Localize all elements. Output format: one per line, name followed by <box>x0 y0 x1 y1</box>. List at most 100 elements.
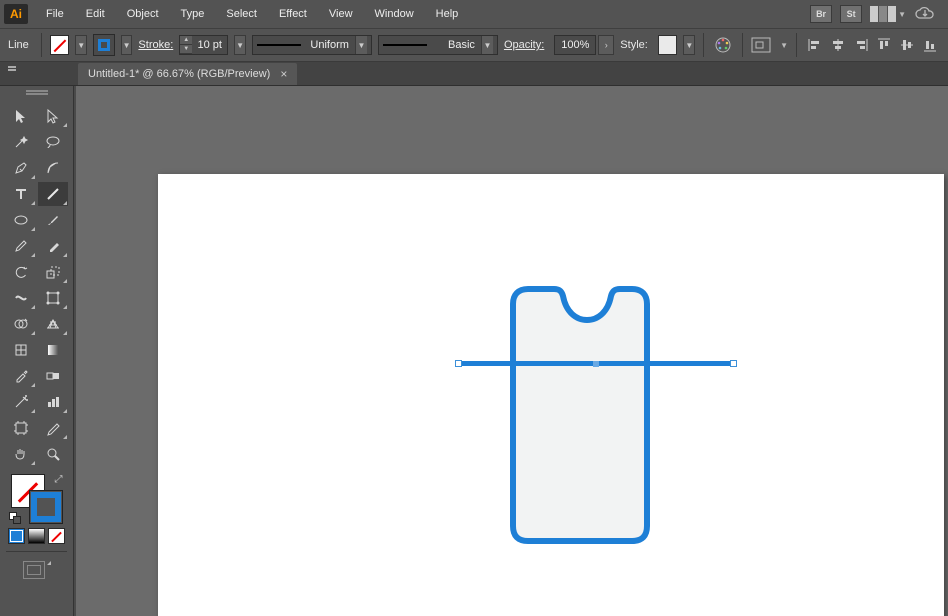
align-buttons-group <box>805 35 940 55</box>
symbol-sprayer-tool[interactable] <box>6 390 36 414</box>
gradient-tool[interactable] <box>38 338 68 362</box>
pen-tool[interactable] <box>6 156 36 180</box>
stroke-dropdown[interactable]: ▼ <box>121 35 133 55</box>
stroke-swatch[interactable] <box>93 34 115 56</box>
brush-sample-icon <box>383 44 427 46</box>
artboard[interactable] <box>158 174 944 616</box>
slice-tool[interactable] <box>38 416 68 440</box>
document-tab[interactable]: Untitled-1* @ 66.67% (RGB/Preview) × <box>78 63 297 85</box>
variable-width-profile-dropdown[interactable]: Uniform ▼ <box>252 35 372 55</box>
panel-grip[interactable] <box>0 86 73 96</box>
width-tool[interactable] <box>6 286 36 310</box>
opacity-panel-link[interactable]: Opacity: <box>504 39 544 51</box>
step-up-icon[interactable]: ▲ <box>180 36 192 45</box>
control-bar: Line ▼ ▼ Stroke: ▲▼ 10 pt ▼ Uniform ▼ Ba… <box>0 28 948 62</box>
color-mode-row <box>0 524 73 548</box>
swap-fill-stroke-button[interactable]: ⤢ <box>55 474 63 485</box>
default-fill-stroke-button[interactable] <box>9 512 21 524</box>
recolor-artwork-button[interactable] <box>712 34 733 56</box>
paintbrush-tool[interactable] <box>38 208 68 232</box>
line-segment-tool[interactable] <box>38 182 68 206</box>
align-left-button[interactable] <box>805 35 825 55</box>
type-tool[interactable] <box>6 182 36 206</box>
menu-select[interactable]: Select <box>216 0 267 28</box>
ellipse-tool[interactable] <box>6 208 36 232</box>
eyedropper-tool[interactable] <box>6 364 36 388</box>
scale-tool[interactable] <box>38 260 68 284</box>
lasso-tool[interactable] <box>38 130 68 154</box>
perspective-grid-tool[interactable] <box>38 312 68 336</box>
graphic-style-swatch[interactable] <box>658 35 678 55</box>
color-mode-none[interactable] <box>48 528 65 544</box>
workspace[interactable] <box>76 86 948 616</box>
opacity-dropdown[interactable]: › <box>598 35 614 55</box>
stroke-indicator[interactable] <box>29 490 63 524</box>
chevron-down-icon: ▼ <box>780 41 788 50</box>
chevron-down-icon: ▼ <box>355 36 367 54</box>
step-down-icon[interactable]: ▼ <box>180 45 192 54</box>
magic-wand-tool[interactable] <box>6 130 36 154</box>
screen-mode-icon <box>23 561 45 579</box>
profile-sample-icon <box>257 44 301 46</box>
arrange-documents-button[interactable]: ▼ <box>870 6 906 22</box>
app-logo: Ai <box>4 4 28 24</box>
color-mode-gradient[interactable] <box>28 528 45 544</box>
align-hcenter-button[interactable] <box>828 35 848 55</box>
stroke-panel-link[interactable]: Stroke: <box>138 39 173 51</box>
menu-type[interactable]: Type <box>171 0 215 28</box>
close-tab-button[interactable]: × <box>280 67 287 81</box>
align-top-button[interactable] <box>874 35 894 55</box>
menu-view[interactable]: View <box>319 0 363 28</box>
artboard-tool[interactable] <box>6 416 36 440</box>
align-right-button[interactable] <box>851 35 871 55</box>
screen-mode-button[interactable] <box>0 555 73 585</box>
stock-button[interactable]: St <box>840 5 862 23</box>
eraser-tool[interactable] <box>38 234 68 258</box>
curvature-tool[interactable] <box>38 156 68 180</box>
opacity-field[interactable]: 100% <box>554 35 596 55</box>
bridge-button[interactable]: Br <box>810 5 832 23</box>
mesh-tool[interactable] <box>6 338 36 362</box>
menu-help[interactable]: Help <box>426 0 469 28</box>
document-tab-title: Untitled-1* @ 66.67% (RGB/Preview) <box>88 68 270 80</box>
hand-tool[interactable] <box>6 442 36 466</box>
selected-line-object[interactable] <box>455 360 737 368</box>
selection-tool[interactable] <box>6 104 36 128</box>
align-vcenter-button[interactable] <box>897 35 917 55</box>
selection-center-point[interactable] <box>593 361 599 367</box>
sync-settings-button[interactable] <box>914 6 936 22</box>
shape-builder-tool[interactable] <box>6 312 36 336</box>
align-bottom-button[interactable] <box>920 35 940 55</box>
selection-handle-left[interactable] <box>455 360 462 367</box>
pencil-tool[interactable] <box>6 234 36 258</box>
profile-label: Uniform <box>305 39 349 51</box>
stroke-weight-value: 10 pt <box>192 39 227 51</box>
align-to-button[interactable] <box>751 34 772 56</box>
fill-dropdown[interactable]: ▼ <box>75 35 87 55</box>
graphic-style-dropdown[interactable]: ▼ <box>683 35 695 55</box>
phone-outline-shape[interactable] <box>510 286 650 544</box>
document-tabstrip: Untitled-1* @ 66.67% (RGB/Preview) × <box>0 62 948 86</box>
brush-label: Basic <box>431 39 475 51</box>
menu-edit[interactable]: Edit <box>76 0 115 28</box>
stroke-weight-field[interactable]: ▲▼ 10 pt <box>179 35 228 55</box>
brush-definition-dropdown[interactable]: Basic ▼ <box>378 35 498 55</box>
chevron-down-icon: ▼ <box>898 10 906 19</box>
column-graph-tool[interactable] <box>38 390 68 414</box>
tools-panel: ⤢ <box>0 86 74 616</box>
blend-tool[interactable] <box>38 364 68 388</box>
color-mode-solid[interactable] <box>8 528 25 544</box>
selection-handle-right[interactable] <box>730 360 737 367</box>
rotate-tool[interactable] <box>6 260 36 284</box>
menu-object[interactable]: Object <box>117 0 169 28</box>
direct-selection-tool[interactable] <box>38 104 68 128</box>
fill-stroke-indicator[interactable]: ⤢ <box>7 472 67 524</box>
stroke-weight-dropdown[interactable]: ▼ <box>234 35 246 55</box>
menu-effect[interactable]: Effect <box>269 0 317 28</box>
fill-swatch[interactable] <box>50 35 70 55</box>
menu-window[interactable]: Window <box>365 0 424 28</box>
free-transform-tool[interactable] <box>38 286 68 310</box>
menu-file[interactable]: File <box>36 0 74 28</box>
zoom-tool[interactable] <box>38 442 68 466</box>
arrange-icon <box>870 6 896 22</box>
